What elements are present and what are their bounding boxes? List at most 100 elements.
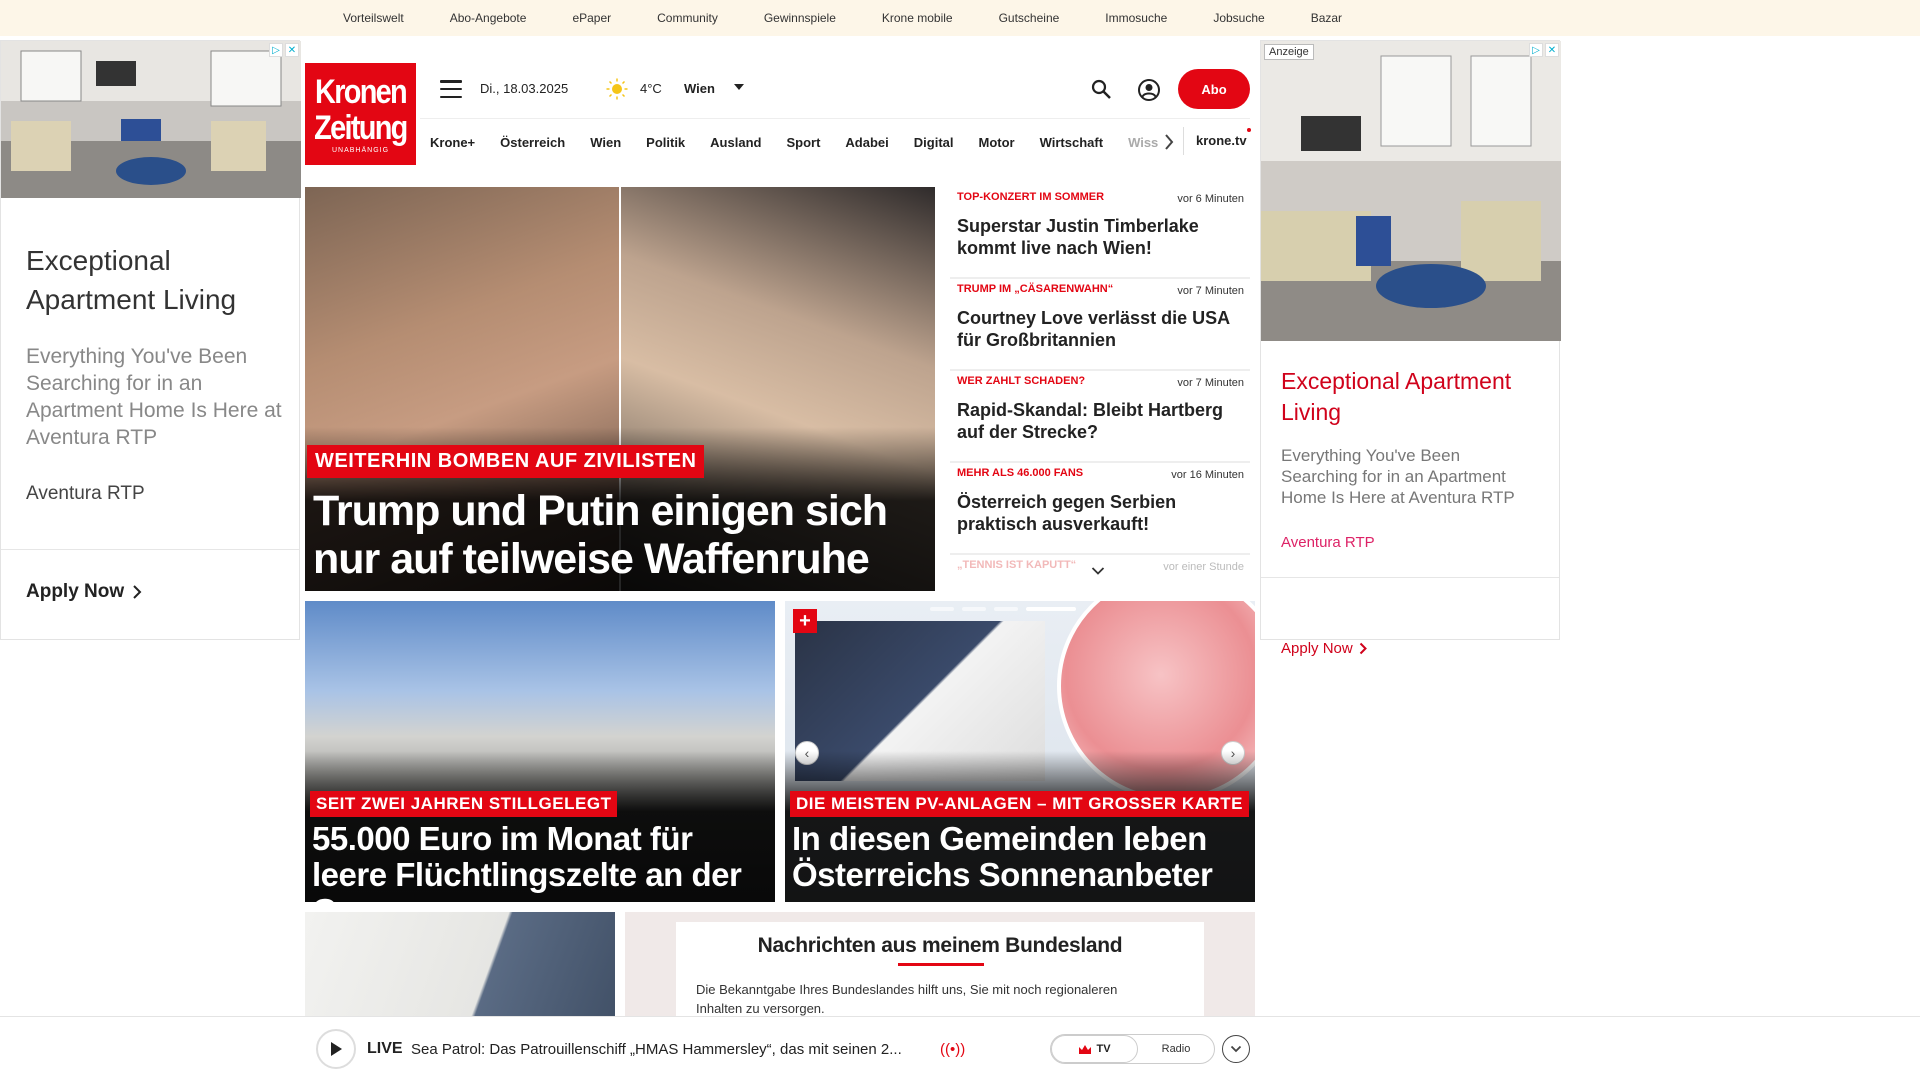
ad-right-image[interactable]: Anzeige ▷ ✕ (1261, 41, 1561, 341)
topbar-link-jobsuche[interactable]: Jobsuche (1213, 11, 1264, 25)
teaser-article[interactable]: Seit zwei Jahren stillgelegt 55.000 Euro… (305, 601, 775, 902)
live-dot-icon (1247, 128, 1251, 132)
carousel-dot-active[interactable] (1026, 607, 1076, 611)
nav-item-motor[interactable]: Motor (979, 135, 1015, 150)
nav-divider (1183, 127, 1184, 155)
hero-article[interactable]: Weiterhin Bomben auf Zivilisten Trump un… (305, 187, 935, 591)
ad-left-image[interactable]: ▷ ✕ (1, 41, 301, 198)
nav-item-adabei[interactable]: Adabei (845, 135, 888, 150)
chevron-right-icon[interactable] (1163, 133, 1175, 151)
nav-item-politik[interactable]: Politik (646, 135, 685, 150)
news-item[interactable]: Mehr als 46.000 Fans vor 16 Minuten Öste… (950, 463, 1250, 555)
search-icon[interactable] (1090, 78, 1112, 100)
ad-right-brand[interactable]: Aventura RTP (1281, 534, 1375, 551)
hamburger-menu-icon[interactable] (440, 80, 462, 98)
krone-plus-badge: + (793, 609, 817, 633)
close-icon[interactable]: ✕ (1545, 43, 1559, 57)
chevron-right-icon (1359, 642, 1367, 655)
bundesland-prompt: Nachrichten aus meinem Bundesland Die Be… (676, 922, 1204, 1022)
nav-item-krone-plus[interactable]: Krone+ (430, 135, 475, 150)
tv-toggle-option[interactable]: TV (1051, 1035, 1138, 1063)
chevron-down-icon[interactable] (1091, 566, 1105, 576)
play-icon (331, 1042, 342, 1056)
topbar-link-gutscheine[interactable]: Gutscheine (999, 11, 1060, 25)
news-headline[interactable]: Österreich gegen Serbien praktisch ausve… (957, 491, 1244, 535)
topbar-link-abo-angebote[interactable]: Abo-Angebote (450, 11, 527, 25)
broadcast-icon: ((•)) (940, 1041, 966, 1058)
nav-item-krone-tv[interactable]: krone.tv (1196, 133, 1247, 148)
nav-item-wissen[interactable]: Wiss (1128, 135, 1158, 150)
ad-right-divider (1261, 577, 1559, 578)
live-stream-title[interactable]: Sea Patrol: Das Patrouillenschiff „HMAS … (411, 1041, 902, 1058)
news-item[interactable]: Wer zahlt Schaden? vor 7 Minuten Rapid-S… (950, 371, 1250, 463)
nav-item-ausland[interactable]: Ausland (710, 135, 761, 150)
topbar-link-vorteilswelt[interactable]: Vorteilswelt (343, 11, 404, 25)
tv-radio-toggle[interactable]: TV Radio (1050, 1034, 1215, 1064)
topbar-link-krone-mobile[interactable]: Krone mobile (882, 11, 953, 25)
news-headline[interactable]: Rapid-Skandal: Bleibt Hartberg auf der S… (957, 399, 1244, 443)
topbar-link-epaper[interactable]: ePaper (572, 11, 611, 25)
news-headline[interactable]: Courtney Love verlässt die USA für Großb… (957, 307, 1244, 351)
carousel-dot[interactable] (962, 607, 986, 611)
ad-right-title[interactable]: Exceptional Apartment Living (1281, 366, 1551, 428)
news-time: vor 16 Minuten (1171, 469, 1244, 481)
teaser-headline[interactable]: 55.000 Euro im Monat für leere Flüchtlin… (312, 821, 772, 903)
chevron-down-icon[interactable] (734, 84, 744, 90)
bundesland-underline (898, 963, 984, 966)
topbar-link-bazar[interactable]: Bazar (1311, 11, 1342, 25)
topbar-link-community[interactable]: Community (657, 11, 718, 25)
logo-tagline: UNABHÄNGIG (331, 147, 390, 154)
ad-right-apply-button[interactable]: Apply Now (1281, 640, 1367, 657)
topbar-link-gewinnspiele[interactable]: Gewinnspiele (764, 11, 836, 25)
teaser-article[interactable]: + ‹ › Die meisten PV-Anlagen – mit große… (785, 601, 1255, 902)
ad-left-title[interactable]: Exceptional Apartment Living (26, 241, 276, 319)
radio-toggle-option[interactable]: Radio (1138, 1035, 1214, 1063)
ad-left-apply-button[interactable]: Apply Now (26, 581, 142, 603)
nav-item-digital[interactable]: Digital (914, 135, 954, 150)
user-account-icon[interactable] (1137, 78, 1161, 102)
latest-news-list: Top-Konzert im Sommer vor 6 Minuten Supe… (950, 187, 1250, 577)
news-time: vor 7 Minuten (1177, 285, 1244, 297)
city-selector[interactable]: Wien (684, 81, 715, 96)
carousel-dot[interactable] (930, 607, 954, 611)
current-date: Di., 18.03.2025 (480, 81, 569, 96)
carousel-dots (930, 607, 1076, 611)
teaser-kicker: Seit zwei Jahren stillgelegt (310, 791, 618, 817)
close-icon[interactable]: ✕ (285, 43, 299, 57)
topbar-link-immosuche[interactable]: Immosuche (1105, 11, 1167, 25)
topbar-links: Vorteilswelt Abo-Angebote ePaper Communi… (343, 0, 1388, 36)
teaser-headline[interactable]: In diesen Gemeinden leben Österreichs So… (792, 821, 1252, 893)
nav-item-oesterreich[interactable]: Österreich (500, 135, 565, 150)
ad-right-cta-label: Apply Now (1281, 640, 1353, 657)
news-item[interactable]: Top-Konzert im Sommer vor 6 Minuten Supe… (950, 187, 1250, 279)
ad-right[interactable]: Anzeige ▷ ✕ Exceptional Apartment Living… (1260, 40, 1561, 657)
expand-player-button[interactable] (1222, 1035, 1250, 1063)
news-time: vor einer Stunde (1163, 561, 1244, 573)
news-time: vor 7 Minuten (1177, 377, 1244, 389)
kronen-zeitung-logo[interactable]: Kronen Zeitung UNABHÄNGIG (305, 63, 416, 165)
nav-item-wien[interactable]: Wien (590, 135, 621, 150)
news-headline[interactable]: Superstar Justin Timberlake kommt live n… (957, 215, 1244, 259)
bundesland-title: Nachrichten aus meinem Bundesland (757, 934, 1123, 957)
adchoices-icon[interactable]: ▷ (1529, 43, 1543, 57)
ad-right-description[interactable]: Everything You've Been Searching for in … (1281, 445, 1541, 508)
play-button[interactable] (316, 1029, 356, 1069)
logo-line1: Kronen (315, 73, 408, 111)
ad-left[interactable]: ▷ ✕ Exceptional Apartment Living Everyth… (0, 40, 301, 640)
ad-left-divider (1, 549, 299, 550)
ad-badges: ▷ ✕ (269, 43, 299, 57)
abo-button[interactable]: Abo (1178, 69, 1250, 109)
hero-headline[interactable]: Trump und Putin einigen sich nur auf tei… (313, 487, 923, 583)
ad-left-brand[interactable]: Aventura RTP (26, 483, 145, 505)
carousel-dot[interactable] (994, 607, 1018, 611)
crown-icon (1079, 1044, 1092, 1054)
ad-left-description[interactable]: Everything You've Been Searching for in … (26, 343, 286, 451)
news-item[interactable]: Trump im „Cäsarenwahn“ vor 7 Minuten Cou… (950, 279, 1250, 371)
apartment-photo (1261, 41, 1561, 341)
ad-label: Anzeige (1264, 44, 1314, 60)
nav-item-wirtschaft[interactable]: Wirtschaft (1040, 135, 1103, 150)
chevron-down-icon (1230, 1045, 1242, 1053)
adchoices-icon[interactable]: ▷ (269, 43, 283, 57)
nav-item-sport[interactable]: Sport (786, 135, 820, 150)
main-navigation: Krone+ Österreich Wien Politik Ausland S… (430, 126, 1256, 158)
